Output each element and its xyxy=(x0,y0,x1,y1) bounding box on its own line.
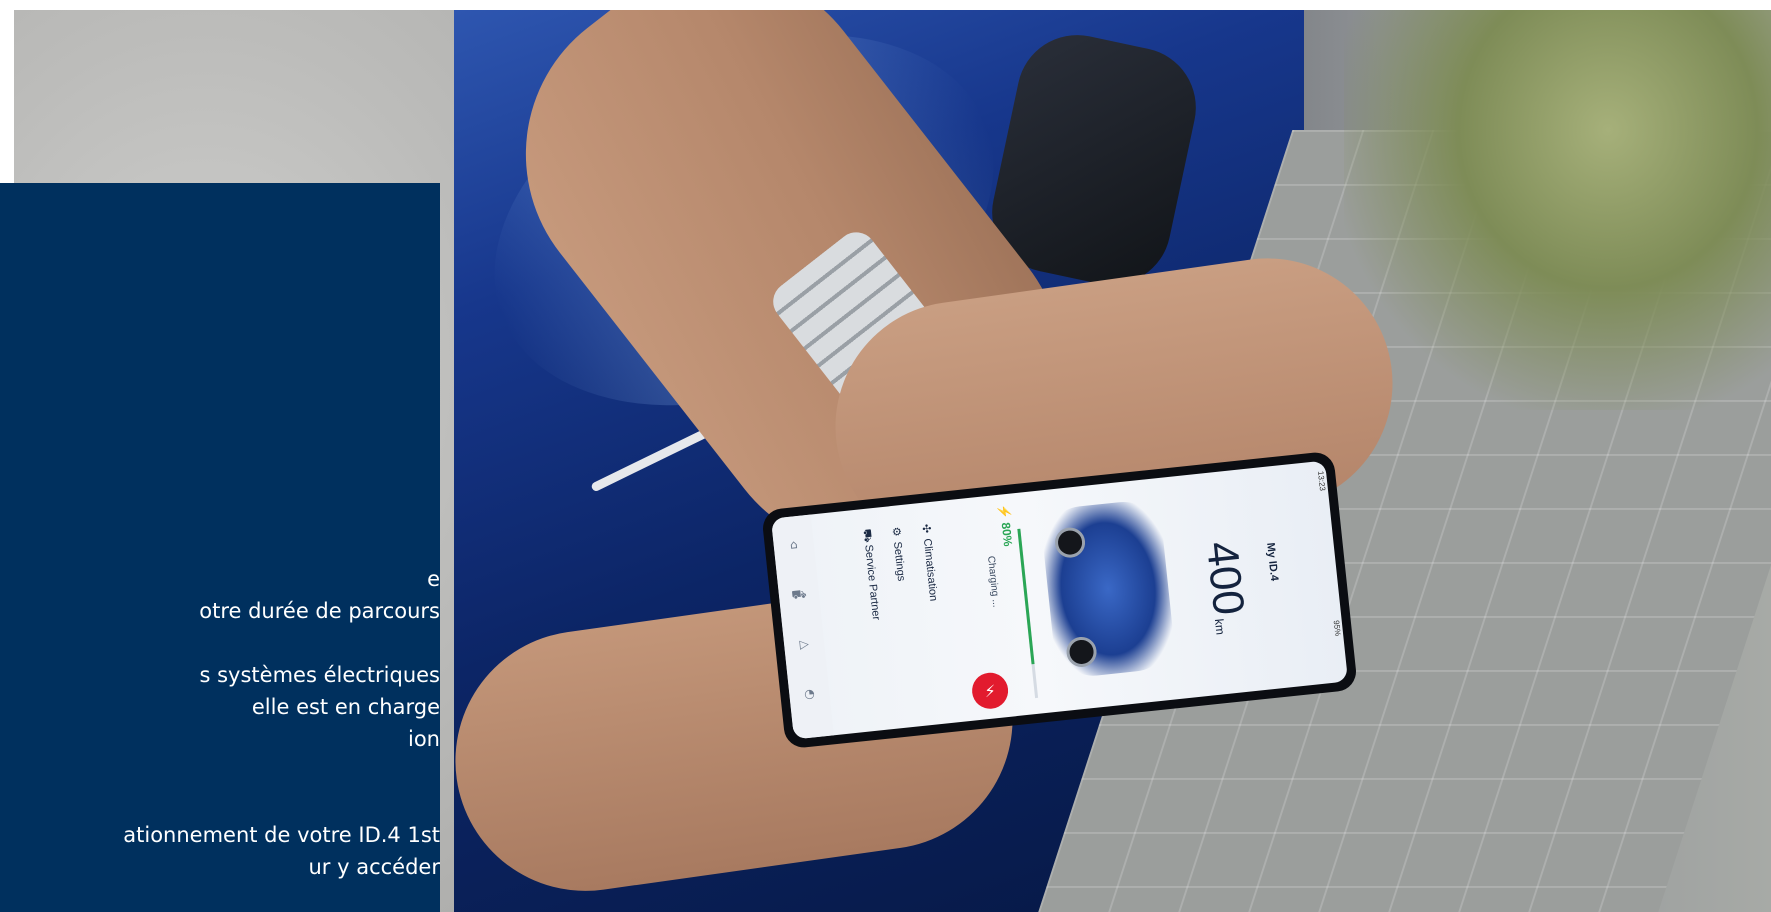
info-text-line: ion xyxy=(408,727,440,751)
charge-button[interactable]: ⚡ xyxy=(970,670,1010,711)
status-battery: 95% xyxy=(1331,619,1343,637)
hero-section: ⌂ ⛟ ▷ ◔ ✣Climatisation ⚙Settings ⛟Servic… xyxy=(0,0,1771,912)
info-panel: e otre durée de parcours s systèmes électr… xyxy=(0,183,440,912)
info-text: e otre durée de parcours s systèmes électr… xyxy=(0,563,440,883)
charge-progress-fill xyxy=(1017,528,1035,665)
info-text-line: e xyxy=(427,567,440,591)
car-service-icon: ⛟ xyxy=(860,528,874,544)
menu-item-label: Climatisation xyxy=(920,537,940,602)
app-menu: ✣ Climatisation ⚙ Settings ⛟Service Partne… xyxy=(813,500,975,735)
vehicle-image xyxy=(1039,498,1177,680)
info-text-line: otre durée de parcours xyxy=(199,599,440,623)
menu-item-service-partner[interactable]: ⛟Service Partner xyxy=(859,528,887,659)
info-text-line: elle est en charge xyxy=(251,695,440,719)
menu-item-settings[interactable]: ⚙ Settings xyxy=(889,525,916,656)
menu-item-climatisation[interactable]: ✣ Climatisation xyxy=(919,522,946,653)
menu-item-label: Service Partner xyxy=(862,544,883,621)
home-icon[interactable]: ⌂ xyxy=(785,536,803,554)
info-text-line: ur y accéder xyxy=(308,855,441,879)
range-unit: km xyxy=(1211,618,1228,636)
fan-icon: ✣ xyxy=(919,523,933,534)
range-display: 400km xyxy=(1196,539,1255,636)
info-text-line xyxy=(0,627,440,659)
menu-item-label: Settings xyxy=(891,541,908,582)
charge-progress-bar xyxy=(1017,528,1039,699)
info-text-line xyxy=(0,787,440,819)
vehicle-name: My ID.4 xyxy=(1264,542,1281,582)
app-screen: ⌂ ⛟ ▷ ◔ ✣Climatisation ⚙Settings ⛟Servic… xyxy=(770,460,1349,740)
profile-icon[interactable]: ◔ xyxy=(801,685,819,703)
info-text-line: s systèmes électriques xyxy=(199,663,441,687)
status-time: 13:23 xyxy=(1315,470,1328,492)
info-text-line xyxy=(0,755,440,787)
play-icon[interactable]: ▷ xyxy=(795,635,813,653)
gear-icon: ⚙ xyxy=(889,526,903,538)
range-value: 400 xyxy=(1196,539,1254,618)
lightning-icon: ⚡ xyxy=(983,680,997,701)
car-icon[interactable]: ⛟ xyxy=(790,585,808,603)
grass-area xyxy=(1344,10,1771,410)
charge-percent: ⚡ 80% xyxy=(996,503,1016,548)
charging-status: Charging ... xyxy=(985,555,1002,608)
info-text-line: ationnement de votre ID.4 1st xyxy=(123,823,440,847)
